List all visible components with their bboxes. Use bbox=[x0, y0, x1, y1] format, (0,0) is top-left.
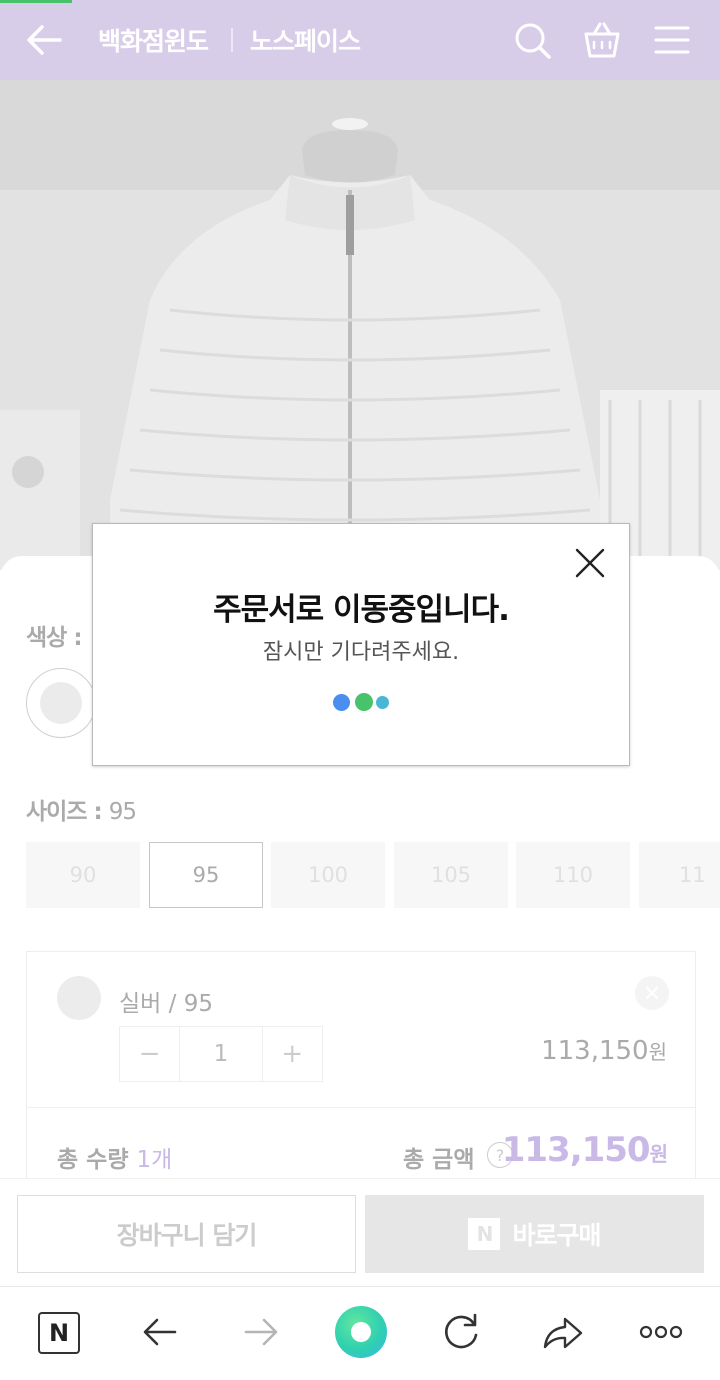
loading-spinner bbox=[333, 693, 393, 713]
green-dot-icon[interactable] bbox=[335, 1306, 387, 1358]
size-label: 사이즈 : 95 bbox=[26, 799, 137, 825]
loader-dot bbox=[355, 693, 373, 711]
loader-dot bbox=[333, 694, 350, 711]
selected-item-box: 실버 / 95 − 1 + 113,150원 총 수량 1개 총 금액 ? 11… bbox=[26, 951, 696, 1191]
selected-item-name: 실버 / 95 bbox=[119, 991, 213, 1017]
naver-home-icon[interactable]: N bbox=[38, 1312, 80, 1354]
green-dot-center bbox=[351, 1322, 371, 1342]
purchase-action-bar: 장바구니 담기 N 바로구매 bbox=[0, 1178, 720, 1286]
loading-dialog: 주문서로 이동중입니다. 잠시만 기다려주세요. bbox=[92, 523, 630, 766]
increase-quantity-button[interactable]: + bbox=[263, 1027, 322, 1081]
loader-dot bbox=[376, 696, 389, 709]
total-price: 113,150원 bbox=[501, 1130, 668, 1170]
browser-toolbar: N bbox=[0, 1286, 720, 1380]
item-price: 113,150원 bbox=[541, 1036, 667, 1066]
color-swatch-silver[interactable] bbox=[26, 668, 96, 738]
close-icon bbox=[646, 987, 658, 999]
back-arrow-icon[interactable] bbox=[20, 16, 68, 64]
buy-now-label: 바로구매 bbox=[512, 1221, 601, 1250]
breadcrumb-divider bbox=[231, 28, 233, 52]
quantity-value[interactable]: 1 bbox=[179, 1027, 263, 1081]
size-options: 90 95 100 105 110 11 bbox=[26, 842, 720, 908]
more-icon[interactable] bbox=[638, 1309, 684, 1355]
search-icon[interactable] bbox=[510, 18, 554, 62]
size-chip[interactable]: 90 bbox=[26, 842, 140, 908]
size-chip[interactable]: 105 bbox=[394, 842, 508, 908]
decrease-quantity-button[interactable]: − bbox=[120, 1027, 179, 1081]
refresh-icon[interactable] bbox=[438, 1309, 484, 1355]
store-name[interactable]: 백화점윈도 bbox=[98, 22, 209, 58]
size-chip[interactable]: 11 bbox=[639, 842, 720, 908]
npay-logo-icon: N bbox=[468, 1218, 501, 1250]
page-load-progress bbox=[0, 0, 72, 3]
size-chip[interactable]: 100 bbox=[271, 842, 385, 908]
swatch-dot bbox=[40, 682, 82, 724]
dialog-subtitle: 잠시만 기다려주세요. bbox=[262, 640, 460, 665]
buy-now-button[interactable]: N 바로구매 bbox=[365, 1195, 704, 1273]
add-to-cart-button[interactable]: 장바구니 담기 bbox=[17, 1195, 356, 1273]
remove-item-button[interactable] bbox=[635, 976, 669, 1010]
shopping-bag-icon[interactable] bbox=[580, 18, 624, 62]
size-chip[interactable]: 110 bbox=[516, 842, 630, 908]
selected-color-swatch bbox=[57, 976, 101, 1020]
total-amount-label: 총 금액 bbox=[403, 1147, 475, 1173]
app-header: 백화점윈도 노스페이스 bbox=[0, 0, 720, 80]
color-label: 색상 : bbox=[26, 625, 83, 651]
size-chip-selected[interactable]: 95 bbox=[149, 842, 263, 908]
brand-name[interactable]: 노스페이스 bbox=[250, 22, 361, 58]
quantity-stepper: − 1 + bbox=[119, 1026, 323, 1082]
total-quantity: 총 수량 1개 bbox=[57, 1147, 173, 1173]
forward-icon[interactable] bbox=[238, 1309, 284, 1355]
dialog-title: 주문서로 이동중입니다. bbox=[213, 592, 510, 628]
size-selected-value: 95 bbox=[108, 799, 137, 825]
close-icon[interactable] bbox=[573, 546, 607, 580]
menu-icon[interactable] bbox=[650, 18, 694, 62]
share-icon[interactable] bbox=[539, 1309, 585, 1355]
divider bbox=[27, 1107, 695, 1108]
back-icon[interactable] bbox=[137, 1309, 183, 1355]
product-image bbox=[0, 80, 720, 570]
